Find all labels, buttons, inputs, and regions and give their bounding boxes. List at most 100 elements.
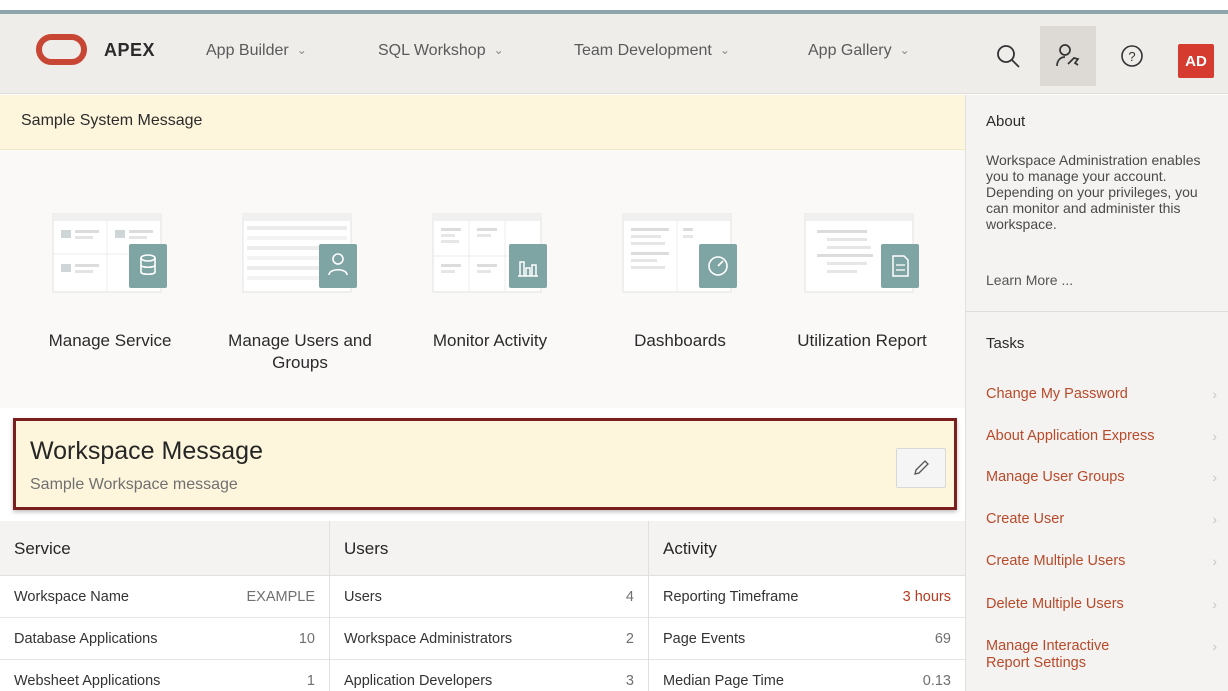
- table-row: Workspace Administrators 2: [330, 618, 648, 660]
- search-button[interactable]: [980, 26, 1036, 86]
- utilization-report-illustration-icon: [804, 213, 919, 293]
- workspace-message-title: Workspace Message: [30, 437, 263, 465]
- table-row: Database Applications 10: [0, 618, 329, 660]
- table-row: Users 4: [330, 576, 648, 618]
- tasks-heading: Tasks: [986, 335, 1025, 352]
- task-label: Manage User Groups: [986, 469, 1125, 485]
- search-icon: [997, 45, 1020, 68]
- manage-users-illustration-icon: [242, 213, 357, 293]
- svg-text:?: ?: [1128, 49, 1135, 64]
- row-label: Database Applications: [14, 630, 158, 647]
- workspace-message-region: Workspace Message Sample Workspace messa…: [13, 418, 957, 510]
- oracle-logo-icon[interactable]: [36, 34, 87, 65]
- row-label: Page Events: [663, 630, 746, 647]
- chevron-right-icon: ›: [1212, 469, 1217, 485]
- nav-label: App Gallery: [808, 42, 892, 59]
- top-strip: [0, 0, 1228, 10]
- task-create-user[interactable]: Create User ›: [966, 501, 1228, 537]
- row-label: Reporting Timeframe: [663, 588, 799, 605]
- nav-label: SQL Workshop: [378, 42, 486, 59]
- task-label: Create User: [986, 511, 1065, 527]
- card-label: Utilization Report: [797, 331, 927, 350]
- card-manage-service[interactable]: Manage Service: [15, 150, 205, 408]
- chevron-down-icon: ⌄: [719, 43, 730, 57]
- row-value-link[interactable]: 3 hours: [903, 589, 951, 605]
- activity-column: Activity Reporting Timeframe 3 hours Pag…: [649, 521, 965, 691]
- row-label: Users: [344, 588, 382, 605]
- task-label: Manage Interactive Report Settings: [986, 638, 1110, 671]
- row-value: 4: [625, 588, 634, 605]
- nav-app-gallery[interactable]: App Gallery ⌄: [808, 42, 910, 60]
- system-message-text: Sample System Message: [21, 112, 203, 129]
- nav-team-development[interactable]: Team Development ⌄: [574, 42, 730, 60]
- table-row: Websheet Applications 1: [0, 660, 329, 691]
- app-header: APEX App Builder ⌄ SQL Workshop ⌄ Team Dev…: [0, 14, 1228, 94]
- task-delete-multiple-users[interactable]: Delete Multiple Users ›: [966, 586, 1228, 622]
- card-manage-users-and-groups[interactable]: Manage Users and Groups: [205, 150, 395, 408]
- table-row: Page Events 69: [649, 618, 965, 660]
- workspace-stats-region: Service Workspace Name EXAMPLE Database …: [0, 521, 965, 691]
- help-button[interactable]: ?: [1104, 26, 1160, 86]
- service-column: Service Workspace Name EXAMPLE Database …: [0, 521, 329, 691]
- table-row: Median Page Time 0.13: [649, 660, 965, 691]
- chevron-right-icon: ›: [1212, 596, 1217, 612]
- nav-label: Team Development: [574, 42, 712, 59]
- chevron-down-icon: ⌄: [493, 43, 504, 57]
- dashboards-illustration-icon: [622, 213, 737, 293]
- sidebar-divider: [966, 311, 1228, 312]
- task-label: About Application Express: [986, 428, 1155, 444]
- service-header: Service: [0, 521, 329, 576]
- task-manage-user-groups[interactable]: Manage User Groups ›: [966, 459, 1228, 495]
- learn-more-link[interactable]: Learn More ...: [986, 272, 1073, 288]
- brand-title[interactable]: APEX: [104, 40, 155, 61]
- row-value: 2: [625, 630, 634, 647]
- activity-header: Activity: [649, 521, 965, 576]
- table-row: Application Developers 3: [330, 660, 648, 691]
- row-label: Median Page Time: [663, 672, 784, 689]
- card-label: Monitor Activity: [432, 331, 548, 350]
- users-header: Users: [330, 521, 648, 576]
- row-value: 10: [298, 630, 315, 647]
- system-message-banner: Sample System Message: [0, 95, 965, 150]
- nav-app-builder[interactable]: App Builder ⌄: [206, 42, 307, 60]
- task-about-application-express[interactable]: About Application Express ›: [966, 418, 1228, 454]
- chevron-down-icon: ⌄: [296, 43, 307, 57]
- admin-cards-region: Manage Service Manage Users and Groups M…: [0, 150, 965, 408]
- card-utilization-report[interactable]: Utilization Report: [767, 150, 957, 408]
- administration-icon: [1056, 44, 1080, 67]
- chevron-right-icon: ›: [1212, 511, 1217, 527]
- users-column: Users Users 4 Workspace Administrators 2…: [330, 521, 648, 691]
- help-icon: ?: [1121, 45, 1143, 67]
- task-label: Delete Multiple Users: [986, 596, 1124, 612]
- card-label: Manage Service: [48, 331, 172, 350]
- edit-message-button[interactable]: [896, 448, 946, 488]
- chevron-right-icon: ›: [1212, 386, 1217, 402]
- right-sidebar: About Workspace Administration enables y…: [965, 95, 1228, 691]
- task-manage-interactive-report-settings[interactable]: Manage Interactive Report Settings ›: [966, 628, 1228, 678]
- table-row: Workspace Name EXAMPLE: [0, 576, 329, 618]
- user-avatar[interactable]: AD: [1178, 44, 1214, 78]
- task-change-my-password[interactable]: Change My Password ›: [966, 376, 1228, 412]
- chevron-right-icon: ›: [1212, 428, 1217, 444]
- row-value: 69: [934, 630, 951, 647]
- task-label: Create Multiple Users: [986, 553, 1126, 569]
- administration-button[interactable]: [1040, 26, 1096, 86]
- task-create-multiple-users[interactable]: Create Multiple Users ›: [966, 543, 1228, 579]
- chevron-right-icon: ›: [1212, 638, 1217, 654]
- table-row: Reporting Timeframe 3 hours: [649, 576, 965, 618]
- row-label: Workspace Administrators: [344, 630, 513, 647]
- pencil-icon: [914, 460, 929, 475]
- row-value: 0.13: [922, 672, 951, 689]
- nav-sql-workshop[interactable]: SQL Workshop ⌄: [378, 42, 504, 60]
- chevron-down-icon: ⌄: [899, 43, 910, 57]
- card-label: Manage Users and Groups: [228, 331, 372, 372]
- card-dashboards[interactable]: Dashboards: [585, 150, 775, 408]
- card-monitor-activity[interactable]: Monitor Activity: [395, 150, 585, 408]
- about-heading: About: [986, 113, 1026, 130]
- row-value: 1: [306, 672, 315, 689]
- row-value: EXAMPLE: [246, 588, 316, 605]
- manage-service-illustration-icon: [52, 213, 167, 293]
- about-text: Workspace Administration enables you to …: [986, 152, 1201, 232]
- workspace-message-subtitle: Sample Workspace message: [30, 476, 238, 493]
- row-value: 3: [625, 672, 634, 689]
